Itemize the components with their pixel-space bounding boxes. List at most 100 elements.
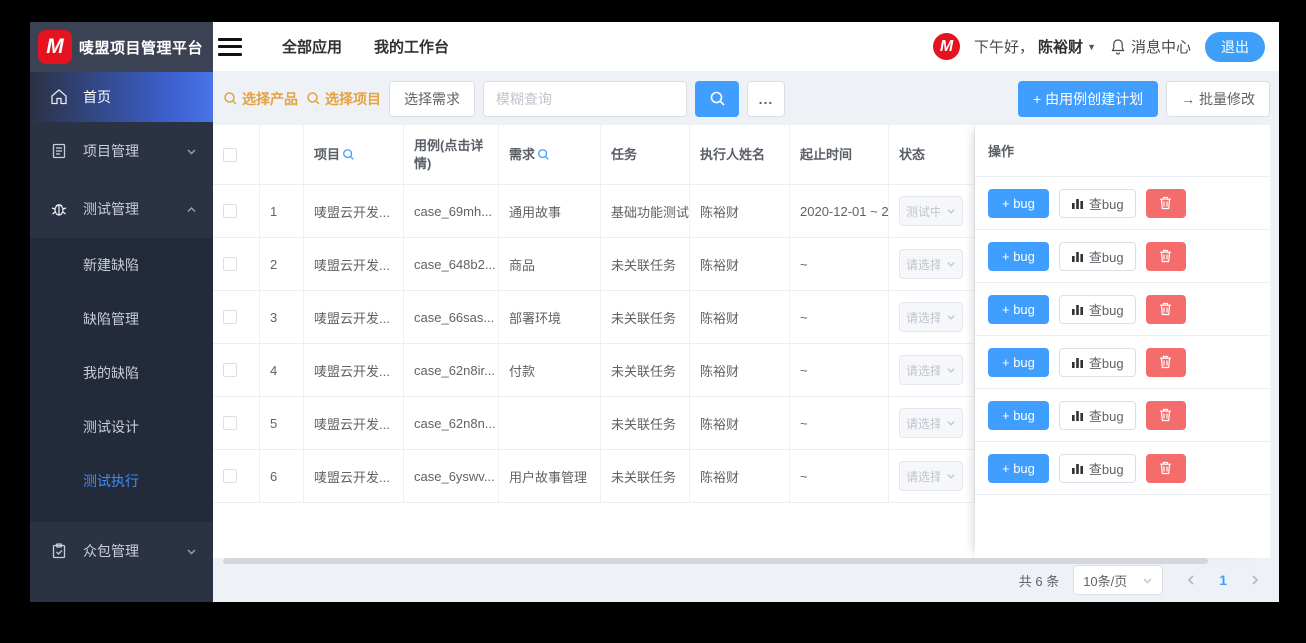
fuzzy-search-input[interactable]: [483, 80, 687, 117]
filter-toolbar: 选择产品 选择项目 选择需求 ... + 由用例创建计划 → 批量修改: [213, 72, 1279, 125]
sidebar-item-clipped[interactable]: [30, 580, 213, 602]
operations-row: + bug 查bug: [975, 442, 1270, 495]
bar-chart-icon: [1071, 357, 1083, 368]
trash-icon: [1160, 249, 1172, 263]
sidebar-item-my-defects[interactable]: 我的缺陷: [30, 346, 213, 400]
cell-case[interactable]: case_66sas...: [404, 291, 499, 344]
horizontal-scrollbar[interactable]: [223, 558, 1208, 564]
chevron-down-icon: [947, 315, 955, 320]
add-bug-button[interactable]: + bug: [988, 241, 1049, 271]
search-icon: [710, 91, 725, 106]
cell-task: 未关联任务: [601, 344, 690, 397]
select-all-checkbox[interactable]: [223, 147, 237, 162]
add-bug-button[interactable]: + bug: [988, 294, 1049, 324]
row-checkbox[interactable]: [223, 416, 237, 430]
row-checkbox[interactable]: [223, 204, 237, 218]
sidebar-item-defect-mgmt[interactable]: 缺陷管理: [30, 292, 213, 346]
create-plan-from-case-button[interactable]: + 由用例创建计划: [1018, 80, 1159, 117]
logo-row: M 唛盟项目管理平台: [30, 22, 213, 72]
next-page-button[interactable]: [1249, 574, 1261, 586]
user-avatar[interactable]: M: [933, 33, 961, 60]
select-product-link[interactable]: 选择产品: [223, 89, 298, 109]
cell-executor: 陈裕财: [690, 291, 790, 344]
header-requirement: 需求: [499, 125, 601, 185]
row-checkbox[interactable]: [223, 310, 237, 324]
cell-index: 6: [260, 450, 304, 503]
sidebar-item-test-execution[interactable]: 测试执行: [30, 454, 213, 508]
status-value: 请选择: [906, 416, 940, 431]
cell-case[interactable]: case_6yswv...: [404, 450, 499, 503]
add-bug-button[interactable]: + bug: [988, 400, 1049, 430]
home-icon: [51, 89, 67, 105]
view-bug-button[interactable]: 查bug: [1058, 453, 1136, 483]
page-size-select[interactable]: 10条/页: [1073, 565, 1164, 595]
add-bug-button[interactable]: + bug: [988, 453, 1049, 483]
logout-button[interactable]: 退出: [1205, 31, 1265, 62]
message-center-label: 消息中心: [1130, 39, 1191, 56]
select-project-link[interactable]: 选择项目: [306, 89, 381, 109]
status-select[interactable]: 请选择: [899, 461, 963, 491]
page-number-current[interactable]: 1: [1219, 572, 1227, 588]
row-checkbox[interactable]: [223, 469, 237, 483]
header-label: 用例(点击详情): [414, 137, 484, 171]
search-icon[interactable]: [537, 148, 550, 161]
prev-page-button[interactable]: [1185, 574, 1197, 586]
chevron-up-icon: [187, 206, 196, 212]
sidebar-item-crowdsourcing[interactable]: 众包管理: [30, 522, 213, 580]
sidebar-item-testing[interactable]: 测试管理: [30, 180, 213, 238]
delete-button[interactable]: [1145, 241, 1186, 271]
sidebar-item-projects[interactable]: 项目管理: [30, 122, 213, 180]
add-bug-button[interactable]: + bug: [988, 347, 1049, 377]
batch-edit-button[interactable]: → 批量修改: [1166, 80, 1270, 117]
select-product-label: 选择产品: [242, 90, 298, 107]
delete-button[interactable]: [1145, 453, 1186, 483]
tab-all-apps[interactable]: 全部应用: [282, 36, 342, 57]
view-bug-button[interactable]: 查bug: [1058, 241, 1136, 271]
cell-dates: ~: [790, 450, 889, 503]
status-select[interactable]: 测试中: [899, 196, 963, 226]
clipped-label: [83, 600, 139, 602]
delete-button[interactable]: [1145, 188, 1186, 218]
delete-button[interactable]: [1145, 400, 1186, 430]
cell-status: 测试中: [889, 185, 975, 238]
search-button[interactable]: [695, 80, 739, 117]
hamburger-menu-icon[interactable]: [218, 37, 242, 56]
message-center[interactable]: 消息中心: [1110, 36, 1191, 57]
trash-icon: [1160, 408, 1172, 422]
status-value: 请选择: [906, 257, 940, 272]
row-checkbox[interactable]: [223, 257, 237, 271]
view-bug-button[interactable]: 查bug: [1058, 347, 1136, 377]
cell-task: 未关联任务: [601, 397, 690, 450]
delete-button[interactable]: [1145, 347, 1186, 377]
view-bug-button[interactable]: 查bug: [1058, 188, 1136, 218]
status-select[interactable]: 请选择: [899, 408, 963, 438]
sidebar-item-home[interactable]: 首页: [30, 72, 213, 122]
view-bug-button[interactable]: 查bug: [1058, 294, 1136, 324]
topbar-right: M 下午好， 陈裕财 ▼ 消息中心 退出: [933, 31, 1279, 62]
cell-case[interactable]: case_648b2...: [404, 238, 499, 291]
cell-case[interactable]: case_69mh...: [404, 185, 499, 238]
delete-button[interactable]: [1145, 294, 1186, 324]
cell-requirement: 商品: [499, 238, 601, 291]
user-menu[interactable]: 下午好， 陈裕财 ▼: [974, 36, 1096, 57]
status-select[interactable]: 请选择: [899, 249, 963, 279]
header-index: [260, 125, 304, 185]
cell-case[interactable]: case_62n8ir...: [404, 344, 499, 397]
more-actions-button[interactable]: ...: [747, 80, 785, 117]
header-select-all: [213, 125, 260, 185]
search-icon[interactable]: [342, 148, 355, 161]
chevron-down-icon: [947, 368, 955, 373]
tab-my-workspace[interactable]: 我的工作台: [374, 36, 449, 57]
view-bug-button[interactable]: 查bug: [1058, 400, 1136, 430]
add-bug-button[interactable]: + bug: [988, 188, 1049, 218]
sidebar-item-test-design[interactable]: 测试设计: [30, 400, 213, 454]
row-checkbox[interactable]: [223, 363, 237, 377]
sidebar-item-new-defect[interactable]: 新建缺陷: [30, 238, 213, 292]
status-select[interactable]: 请选择: [899, 302, 963, 332]
select-requirement-button[interactable]: 选择需求: [389, 80, 475, 117]
cell-case[interactable]: case_62n8n...: [404, 397, 499, 450]
total-count: 共 6 条: [1018, 573, 1060, 589]
status-select[interactable]: 请选择: [899, 355, 963, 385]
brand-logo: M: [38, 30, 72, 64]
status-value: 请选择: [906, 469, 940, 484]
